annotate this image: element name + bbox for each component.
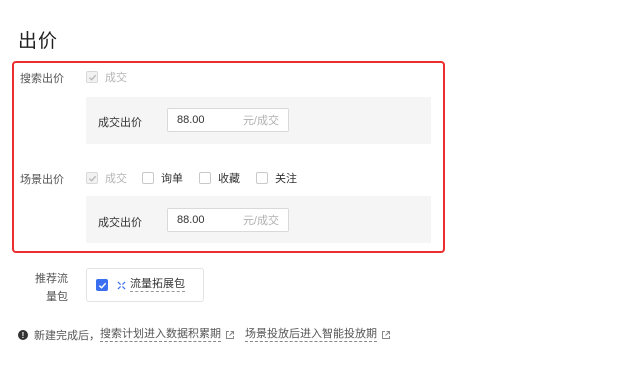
scene-bid-inquiry-label: 询单	[161, 173, 183, 185]
scene-bid-follow-checkbox[interactable]: 关注	[256, 170, 297, 186]
footer-prefix: 新建完成后，	[34, 330, 100, 342]
recommend-package-label: 推荐流量包	[35, 273, 68, 303]
scene-bid-price-input[interactable]: 88.00 元/成交	[167, 208, 289, 232]
scene-bid-deal-label: 成交	[105, 173, 127, 185]
search-bid-price-input[interactable]: 88.00 元/成交	[167, 108, 289, 132]
traffic-package-label: 流量拓展包	[130, 278, 185, 292]
footer-note: ! 新建完成后， 搜索计划进入数据积累期 场景投放后进入智能投放期	[18, 327, 401, 343]
search-bid-price-unit: 元/成交	[242, 115, 279, 127]
search-bid-deal-checkbox[interactable]: 成交	[86, 69, 127, 85]
checked-checkbox-icon[interactable]	[96, 279, 108, 291]
expand-icon	[117, 280, 126, 290]
external-link-icon[interactable]	[225, 330, 235, 340]
search-bid-panel: 成交出价 88.00 元/成交	[86, 97, 431, 144]
smart-delivery-link[interactable]: 场景投放后进入智能投放期	[245, 328, 377, 342]
checkbox-box	[256, 172, 268, 184]
info-icon: !	[18, 330, 28, 340]
scene-bid-favorite-label: 收藏	[218, 173, 240, 185]
search-bid-panel-label: 成交出价	[98, 117, 142, 129]
search-bid-label: 搜索出价	[20, 73, 64, 85]
scene-bid-price-unit: 元/成交	[242, 215, 279, 227]
scene-bid-label: 场景出价	[20, 174, 64, 186]
scene-bid-inquiry-checkbox[interactable]: 询单	[142, 170, 183, 186]
scene-bid-deal-checkbox[interactable]: 成交	[86, 170, 127, 186]
page-title: 出价	[18, 31, 59, 52]
checkbox-box	[199, 172, 211, 184]
scene-bid-favorite-checkbox[interactable]: 收藏	[199, 170, 240, 186]
search-bid-price-value: 88.00	[177, 114, 205, 126]
external-link-icon[interactable]	[381, 330, 391, 340]
scene-bid-price-value: 88.00	[177, 214, 205, 226]
search-bid-deal-label: 成交	[105, 72, 127, 84]
check-icon	[86, 172, 98, 184]
scene-bid-panel: 成交出价 88.00 元/成交	[86, 196, 431, 243]
check-icon	[86, 71, 98, 83]
checkbox-box	[142, 172, 154, 184]
scene-bid-follow-label: 关注	[275, 173, 297, 185]
traffic-package-option[interactable]: 流量拓展包	[86, 268, 204, 302]
scene-bid-panel-label: 成交出价	[98, 217, 142, 229]
data-accumulation-link[interactable]: 搜索计划进入数据积累期	[100, 328, 221, 342]
